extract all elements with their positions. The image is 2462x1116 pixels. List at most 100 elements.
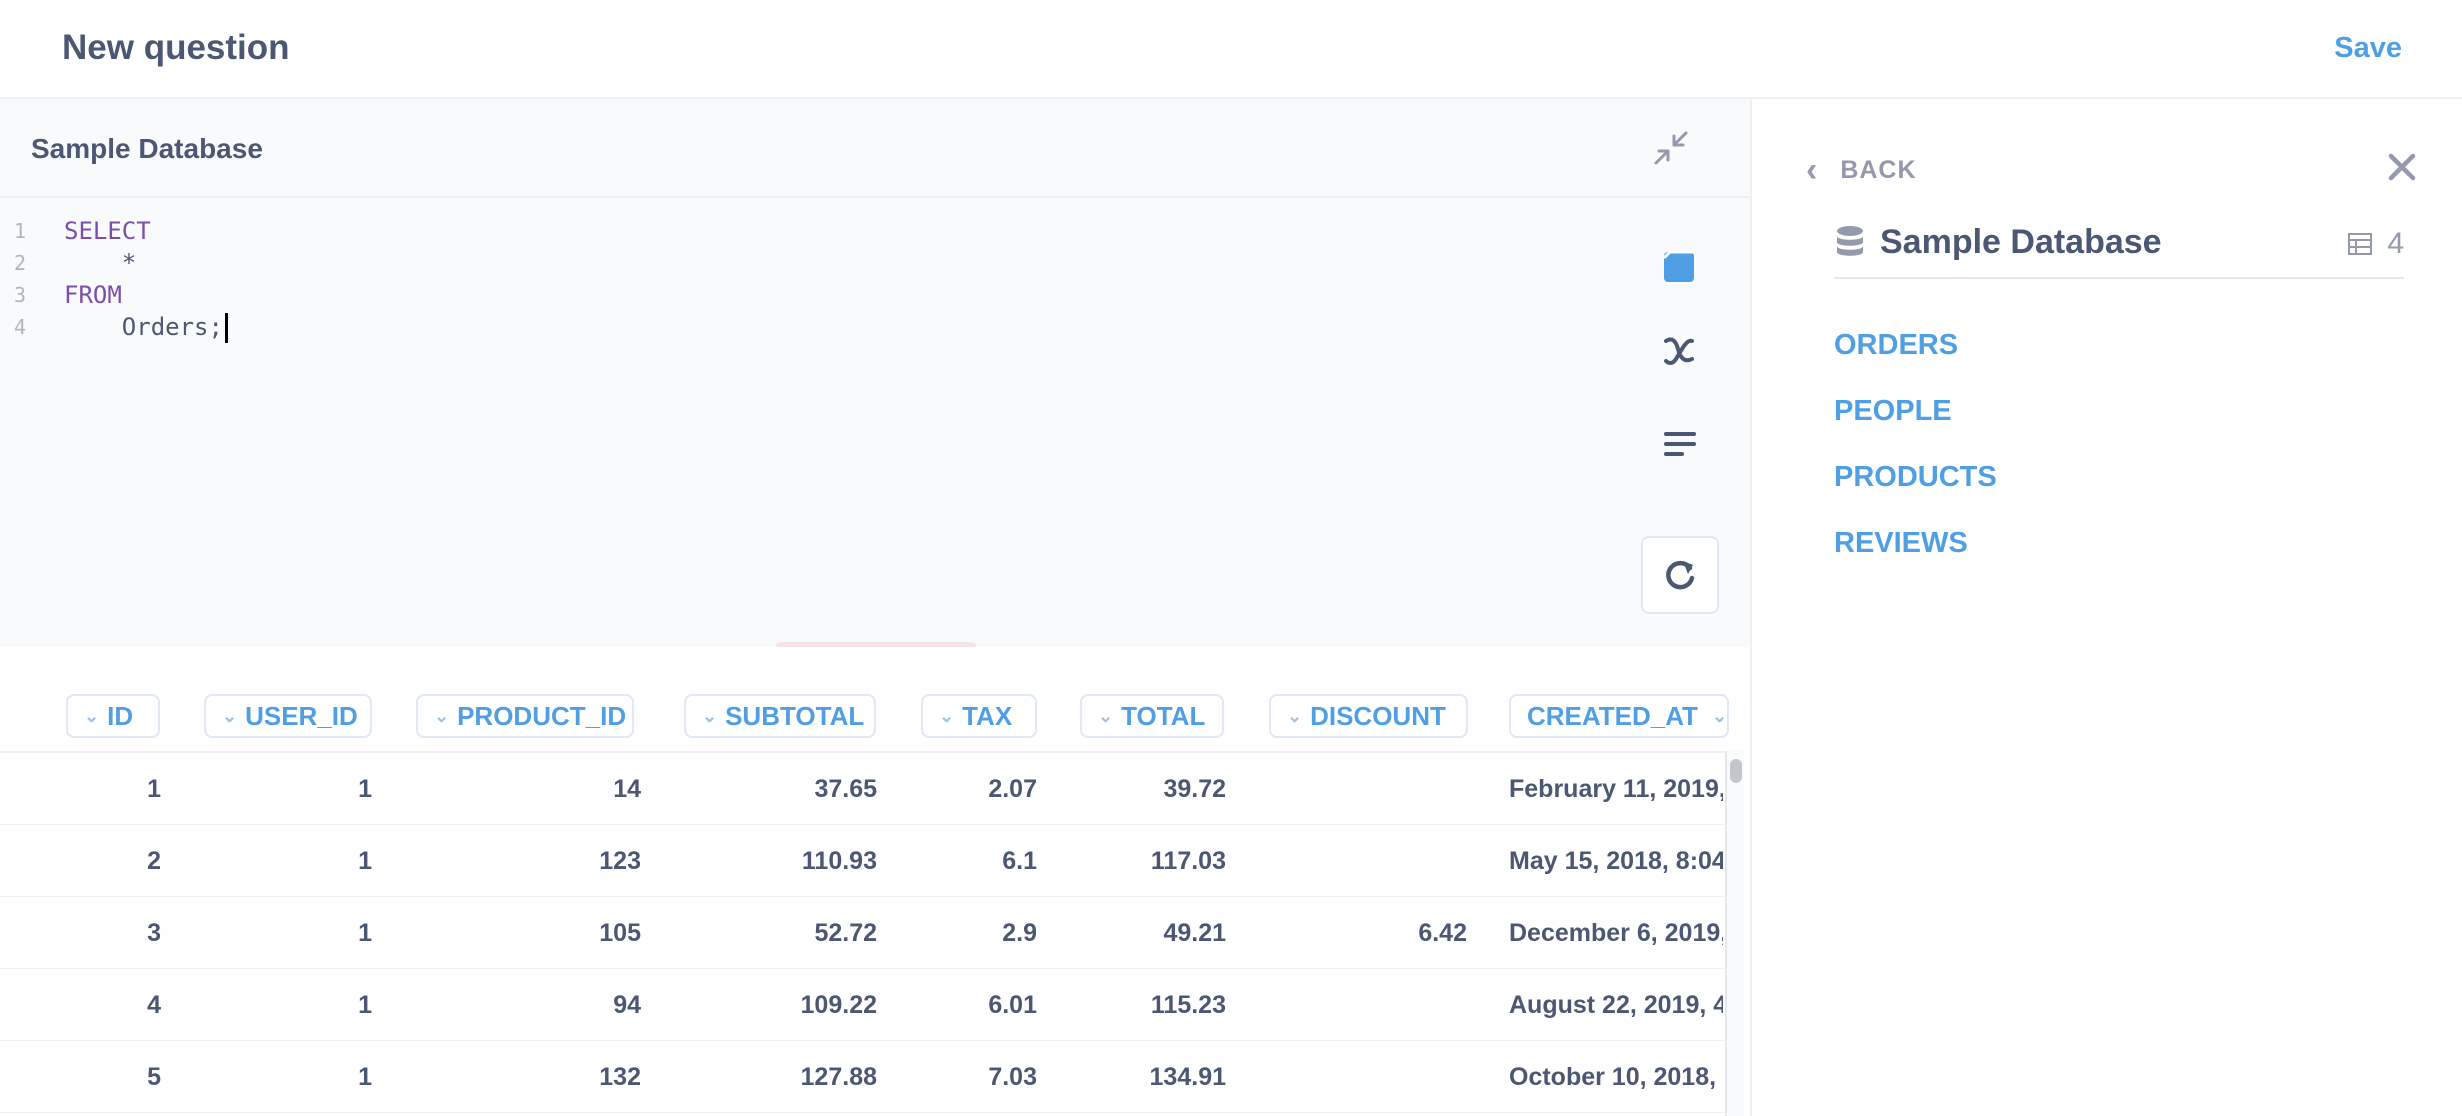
collapse-editor-icon[interactable] [1650,127,1692,169]
cell-tax: 2.07 [988,775,1037,803]
column-header-label: DISCOUNT [1310,700,1446,731]
vertical-scrollbar[interactable] [1725,751,1744,1116]
chevron-down-icon: ⌄ [222,705,238,726]
cell-created-at: February 11, 2019, [1509,775,1723,803]
code-text: FROM [64,279,122,311]
database-name: Sample Database [1880,223,2162,261]
cell-product-id: 105 [599,919,641,947]
cell-id: 2 [147,847,161,875]
cell-subtotal: 37.65 [814,775,877,803]
cell-total: 39.72 [1163,775,1226,803]
cell-id: 3 [147,919,161,947]
close-icon[interactable] [2384,149,2420,185]
chevron-down-icon: ⌄ [939,705,955,726]
column-header-label: SUBTOTAL [725,700,865,731]
line-number: 2 [14,251,27,275]
cell-created-at: August 22, 2019, 4: [1509,991,1723,1019]
column-header-label: TAX [962,700,1013,731]
table-row: 3 1 105 52.72 2.9 49.21 6.42 December 6,… [0,897,1725,969]
scrollbar-thumb[interactable] [1730,759,1742,783]
sql-editor-panel: Sample Database 1 SELECT 2 * 3 FROM 4 Or… [0,99,1752,650]
code-text: SELECT [64,215,151,247]
sql-keyword: FROM [64,281,122,309]
cell-id: 5 [147,1063,161,1091]
cell-tax: 6.01 [988,991,1037,1019]
column-header-user-id[interactable]: ⌄ USER_ID [204,694,372,738]
top-header: New question Save [0,0,2462,99]
save-button[interactable]: Save [2334,32,2402,65]
cell-created-at: December 6, 2019, [1509,919,1723,947]
cell-product-id: 14 [613,775,641,803]
cell-subtotal: 110.93 [801,847,877,875]
back-button[interactable]: ‹ BACK [1806,151,1917,190]
table-link-people[interactable]: PEOPLE [1834,395,1952,428]
column-header-label: TOTAL [1121,700,1206,731]
table-count-value: 4 [2387,227,2404,260]
column-header-created-at[interactable]: CREATED_AT ⌄ [1509,694,1729,738]
cell-user-id: 1 [358,847,372,875]
cell-total: 49.21 [1163,919,1226,947]
column-header-discount[interactable]: ⌄ DISCOUNT [1269,694,1468,738]
cell-product-id: 132 [599,1063,641,1091]
cell-tax: 2.9 [1002,919,1037,947]
table-row: 1 1 14 37.65 2.07 39.72 February 11, 201… [0,753,1725,825]
column-header-label: ID [107,700,134,731]
table-row: 5 1 132 127.88 7.03 134.91 October 10, 2… [0,1041,1725,1113]
run-query-button[interactable] [1641,536,1719,614]
cell-user-id: 1 [358,1063,372,1091]
cell-tax: 6.1 [1002,847,1037,875]
database-heading: Sample Database 4 [1834,219,2404,279]
chevron-left-icon: ‹ [1806,151,1819,189]
column-header-tax[interactable]: ⌄ TAX [921,694,1037,738]
column-header-label: PRODUCT_ID [457,700,627,731]
column-header-product-id[interactable]: ⌄ PRODUCT_ID [416,694,634,738]
cell-created-at: October 10, 2018, 3 [1509,1063,1723,1091]
snippets-icon[interactable] [1658,422,1702,466]
table-link-reviews[interactable]: REVIEWS [1834,527,1968,560]
page-title: New question [62,28,290,67]
back-label: BACK [1840,156,1917,184]
text-cursor [224,313,228,343]
chevron-down-icon: ⌄ [1287,705,1303,726]
code-text: Orders; [64,311,228,343]
table-row: 4 1 94 109.22 6.01 115.23 August 22, 201… [0,969,1725,1041]
column-header-label: USER_ID [245,700,358,731]
database-bar: Sample Database [0,99,1752,198]
line-number: 1 [14,219,27,243]
cell-discount: 6.42 [1418,919,1467,947]
chevron-down-icon: ⌄ [1711,705,1728,726]
column-header-total[interactable]: ⌄ TOTAL [1080,694,1224,738]
cell-created-at: May 15, 2018, 8:04 [1509,847,1723,875]
chevron-down-icon: ⌄ [84,705,100,726]
cell-tax: 7.03 [988,1063,1037,1091]
cell-subtotal: 109.22 [800,991,877,1019]
cell-total: 117.03 [1150,847,1226,875]
cell-user-id: 1 [358,919,372,947]
variables-icon[interactable] [1658,329,1702,373]
cell-subtotal: 52.72 [814,919,877,947]
cell-total: 115.23 [1150,991,1226,1019]
refresh-icon [1666,560,1695,590]
data-reference-sidebar: ‹ BACK Sample Database 4 ORDERS PEOPLE P… [1754,99,2462,1116]
cell-user-id: 1 [358,775,372,803]
cell-id: 4 [147,991,161,1019]
column-header-id[interactable]: ⌄ ID [66,694,160,738]
table-link-orders[interactable]: ORDERS [1834,329,1958,362]
table-link-products[interactable]: PRODUCTS [1834,461,1997,494]
cell-product-id: 123 [599,847,641,875]
sql-keyword: SELECT [64,217,151,245]
database-picker[interactable]: Sample Database [31,133,263,165]
column-header-label: CREATED_AT [1527,700,1698,731]
table-count: 4 [2347,227,2404,261]
results-table: ⌄ ID ⌄ USER_ID ⌄ PRODUCT_ID ⌄ SUBTOTAL ⌄… [0,647,1752,1116]
database-icon [1837,226,1863,256]
code-text: * [64,249,137,277]
table-icon [2348,233,2373,255]
table-row: 2 1 123 110.93 6.1 117.03 May 15, 2018, … [0,825,1725,897]
cell-user-id: 1 [358,991,372,1019]
line-number: 4 [14,315,27,339]
code-text-value: Orders; [64,313,223,341]
data-reference-icon[interactable] [1658,244,1702,288]
cell-product-id: 94 [613,991,641,1019]
column-header-subtotal[interactable]: ⌄ SUBTOTAL [684,694,876,738]
